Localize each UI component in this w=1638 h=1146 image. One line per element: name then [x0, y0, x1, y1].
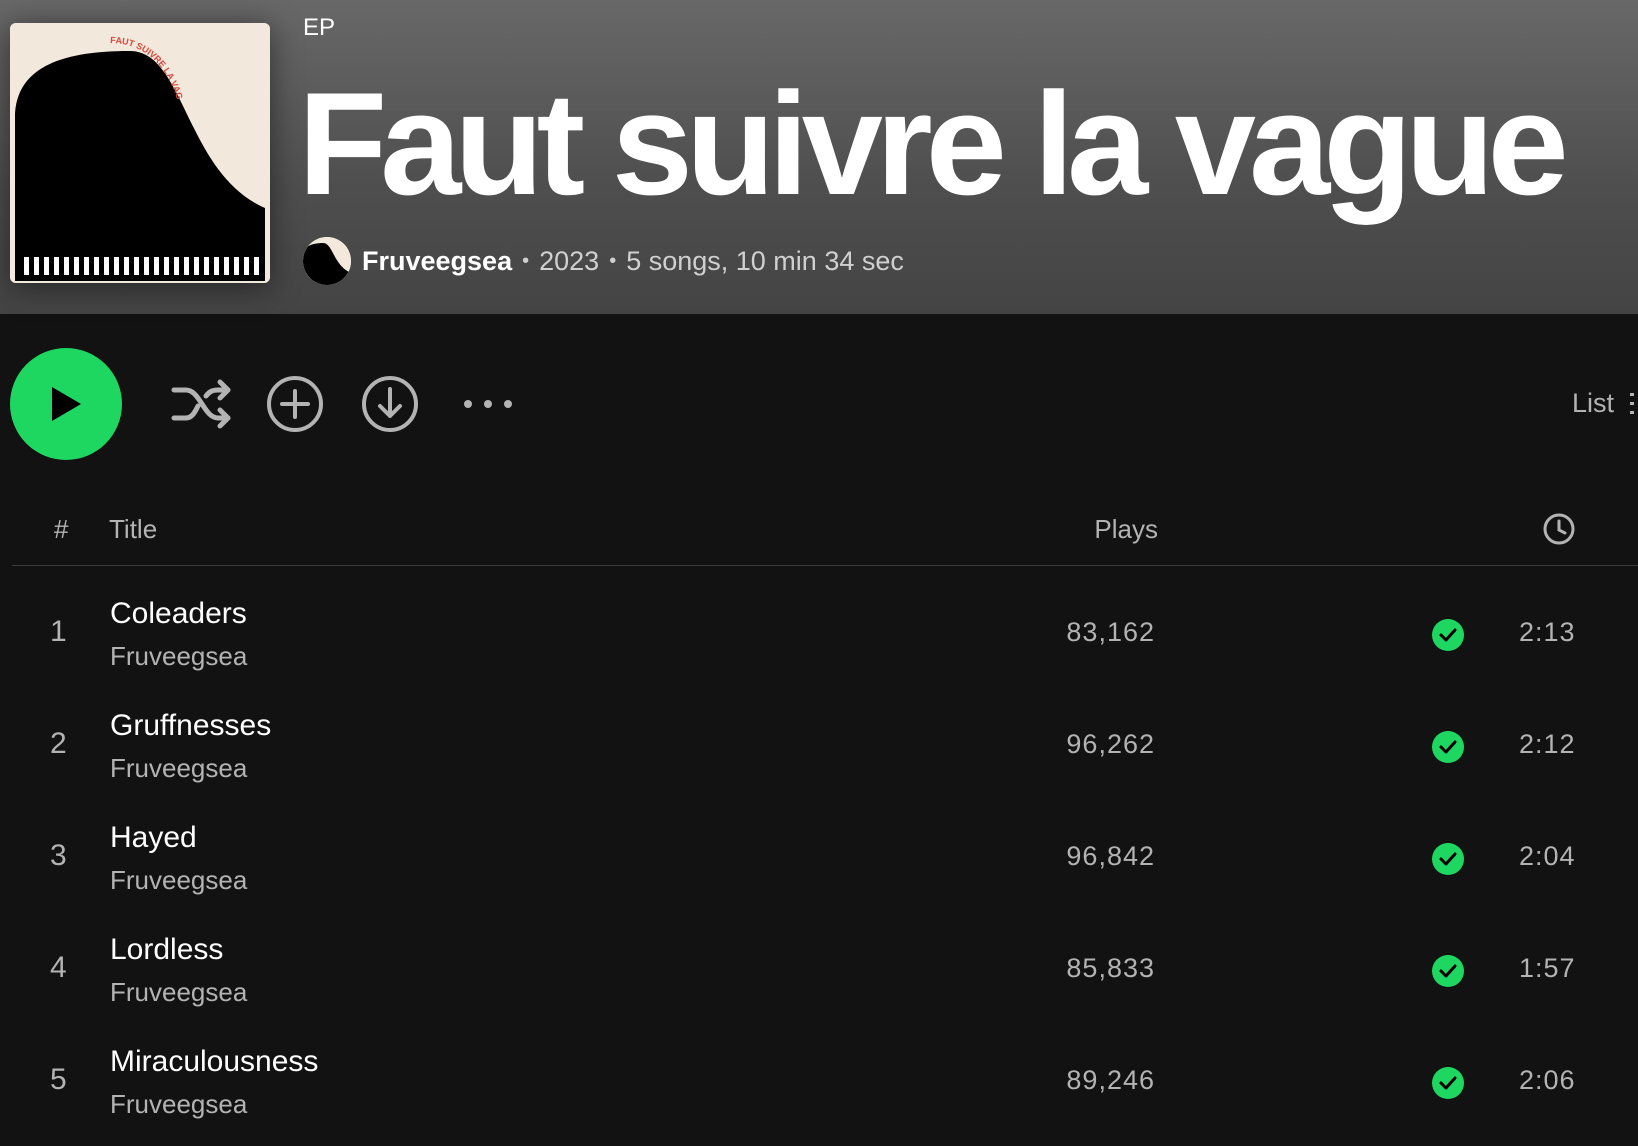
- track-duration: 2:06: [1519, 1065, 1576, 1095]
- download-button[interactable]: [360, 374, 420, 439]
- add-to-library-button[interactable]: [265, 374, 325, 439]
- downloaded-icon: [1432, 843, 1464, 875]
- track-duration: 2:04: [1519, 841, 1576, 871]
- artist-avatar[interactable]: [303, 237, 351, 285]
- shuffle-icon: [171, 379, 231, 429]
- album-cover-art: FAUT SUIVRE LA VAGUE: [10, 23, 270, 283]
- action-bar: List: [0, 340, 1638, 470]
- downloaded-icon: [1432, 619, 1464, 651]
- downloaded-icon: [1432, 731, 1464, 763]
- album-meta: Fruveegsea • 2023 • 5 songs, 10 min 34 s…: [303, 236, 904, 286]
- track-row[interactable]: 1 Coleaders Fruveegsea 83,162 2:13: [12, 583, 1638, 695]
- track-title[interactable]: Hayed: [110, 821, 197, 855]
- track-title[interactable]: Coleaders: [110, 597, 247, 631]
- track-plays: 83,162: [1066, 617, 1155, 647]
- track-artist[interactable]: Fruveegsea: [110, 977, 247, 1008]
- track-number: 3: [50, 839, 67, 872]
- download-icon: [362, 376, 418, 432]
- track-duration: 1:57: [1519, 953, 1576, 983]
- track-artist[interactable]: Fruveegsea: [110, 865, 247, 896]
- view-toggle[interactable]: List: [1572, 388, 1638, 419]
- clock-icon: [1543, 513, 1575, 545]
- play-button[interactable]: [10, 348, 122, 460]
- track-plays: 96,842: [1066, 841, 1155, 871]
- track-row[interactable]: 3 Hayed Fruveegsea 96,842 2:04: [12, 807, 1638, 919]
- track-number: 5: [50, 1063, 67, 1096]
- downloaded-icon: [1432, 1067, 1464, 1099]
- track-title[interactable]: Miraculousness: [110, 1045, 318, 1079]
- track-number: 2: [50, 727, 67, 760]
- column-title[interactable]: Title: [109, 514, 157, 545]
- column-number: #: [54, 514, 69, 544]
- view-toggle-label: List: [1571, 388, 1614, 418]
- track-row[interactable]: 2 Gruffnesses Fruveegsea 96,262 2:12: [12, 695, 1638, 807]
- tracklist-header: # Title Plays: [12, 500, 1638, 566]
- album-type: EP: [303, 14, 336, 41]
- track-number: 1: [50, 615, 67, 648]
- play-icon: [52, 387, 81, 421]
- more-icon: [464, 400, 512, 408]
- track-plays: 96,262: [1066, 729, 1155, 759]
- column-duration[interactable]: [1542, 512, 1576, 553]
- page-title: Faut suivre la vague: [298, 62, 1569, 225]
- track-plays: 89,246: [1066, 1065, 1155, 1095]
- track-artist[interactable]: Fruveegsea: [110, 641, 247, 672]
- track-duration: 2:12: [1519, 729, 1576, 759]
- separator-dot: •: [522, 249, 530, 272]
- track-title[interactable]: Gruffnesses: [110, 709, 271, 743]
- track-artist[interactable]: Fruveegsea: [110, 753, 247, 784]
- track-row[interactable]: 4 Lordless Fruveegsea 85,833 1:57: [12, 919, 1638, 1031]
- track-artist[interactable]: Fruveegsea: [110, 1089, 247, 1120]
- separator-dot: •: [609, 249, 617, 272]
- track-plays: 85,833: [1066, 953, 1155, 983]
- downloaded-icon: [1432, 955, 1464, 987]
- album-cover: FAUT SUIVRE LA VAGUE: [10, 23, 270, 283]
- track-duration: 2:13: [1519, 617, 1576, 647]
- column-plays[interactable]: Plays: [1094, 514, 1158, 545]
- track-number: 4: [50, 951, 67, 984]
- artist-link[interactable]: Fruveegsea: [362, 246, 512, 277]
- more-options-button[interactable]: [460, 392, 516, 421]
- add-icon: [267, 376, 323, 432]
- list-icon: [1630, 392, 1634, 414]
- album-summary: 5 songs, 10 min 34 sec: [626, 245, 904, 276]
- shuffle-button[interactable]: [170, 376, 234, 437]
- album-header: FAUT SUIVRE LA VAGUE EP Faut suivre la v…: [0, 0, 1638, 314]
- release-year: 2023: [539, 245, 600, 276]
- track-title[interactable]: Lordless: [110, 933, 223, 967]
- track-row[interactable]: 5 Miraculousness Fruveegsea 89,246 2:06: [12, 1031, 1638, 1143]
